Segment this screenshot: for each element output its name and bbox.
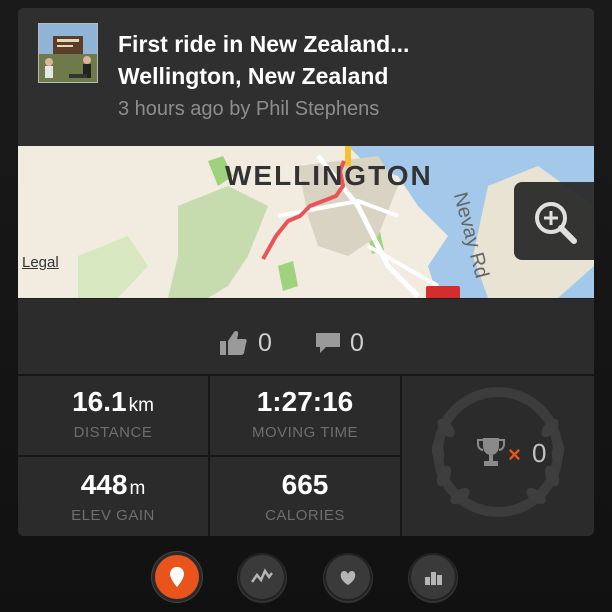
speech-bubble-icon[interactable] <box>314 331 342 355</box>
elev-gain-unit: m <box>129 478 146 499</box>
map-pin-icon <box>170 567 184 587</box>
athlete-avatar[interactable] <box>38 23 98 83</box>
achievements-panel[interactable]: × 0 <box>402 376 594 536</box>
achievement-multiplier: × <box>508 442 521 467</box>
map-city-label: WELLINGTON <box>225 160 433 191</box>
nav-segments-button[interactable] <box>411 555 455 599</box>
calories-label: CALORIES <box>265 507 345 524</box>
nav-map-button[interactable] <box>155 555 199 599</box>
comment-count[interactable]: 0 <box>350 329 364 358</box>
nav-heart-rate-button[interactable] <box>326 555 370 599</box>
stats-middle-divider <box>18 455 402 457</box>
distance-value: 16.1 <box>72 386 127 417</box>
analysis-graph-icon <box>250 568 273 583</box>
distance-label: DISTANCE <box>73 424 153 441</box>
segments-podium-icon <box>425 572 442 585</box>
social-bar: 0 0 <box>18 298 594 384</box>
thumbs-up-icon[interactable] <box>218 329 248 357</box>
distance-unit: km <box>128 395 154 416</box>
stat-distance: 16.1 km DISTANCE <box>18 376 208 455</box>
stat-moving-time: 1:27:16 MOVING TIME <box>210 376 400 455</box>
moving-time-label: MOVING TIME <box>251 424 359 441</box>
activity-screen: First ride in New Zealand... Wellington,… <box>0 0 612 612</box>
stats-column-divider <box>208 374 210 536</box>
trophy-icon <box>477 438 505 466</box>
zoom-map-button[interactable] <box>514 182 594 260</box>
stat-calories: 665 CALORIES <box>210 457 400 536</box>
activity-card: First ride in New Zealand... Wellington,… <box>18 8 594 536</box>
activity-header[interactable]: First ride in New Zealand... Wellington,… <box>18 8 594 146</box>
stat-elev-gain: 448 m ELEV GAIN <box>18 457 208 536</box>
activity-meta: 3 hours ago by Phil Stephens <box>118 98 380 120</box>
map-legal-link[interactable]: Legal <box>22 254 59 271</box>
calories-value: 665 <box>281 469 329 500</box>
heart-rate-icon <box>340 571 356 585</box>
elev-gain-value: 448 <box>80 469 128 500</box>
zoom-in-magnifier-icon <box>535 202 577 244</box>
elev-gain-label: ELEV GAIN <box>71 507 155 524</box>
moving-time-value: 1:27:16 <box>256 386 354 417</box>
kudos-count[interactable]: 0 <box>258 329 272 358</box>
achievement-count: 0 <box>532 438 547 468</box>
nav-analysis-button[interactable] <box>240 555 284 599</box>
activity-location: Wellington, New Zealand <box>118 63 389 89</box>
activity-title[interactable]: First ride in New Zealand... <box>118 28 409 60</box>
